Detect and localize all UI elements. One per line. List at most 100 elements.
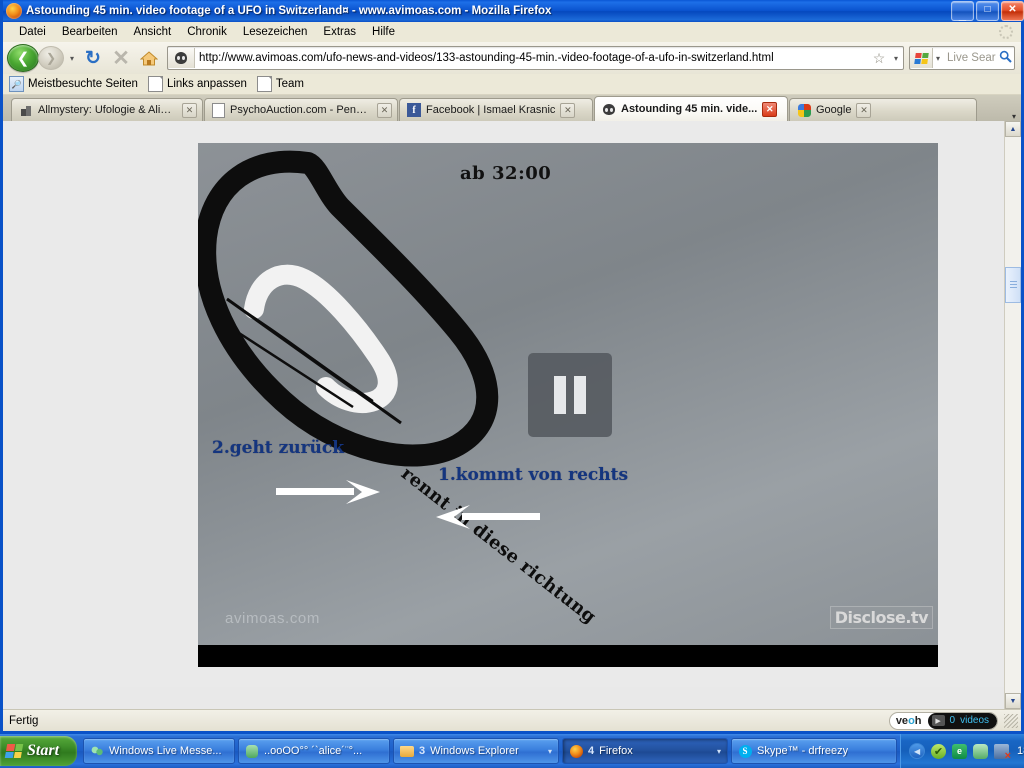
network-disconnected-icon[interactable]: [994, 743, 1011, 762]
system-tray: ◀ ✔ e 18:45: [900, 734, 1024, 768]
minimize-button[interactable]: _: [951, 1, 974, 21]
pause-overlay-button[interactable]: [528, 353, 612, 437]
scroll-up-button[interactable]: ▲: [1005, 121, 1021, 137]
tray-expand-button[interactable]: ◀: [909, 743, 926, 759]
ie-icon[interactable]: e: [952, 743, 968, 759]
tab-google[interactable]: Google ✕: [789, 98, 977, 121]
bookmarks-toolbar: 🔎 Meistbesuchte Seiten Links anpassen Te…: [3, 74, 1021, 95]
tab-psychoauction-label: PsychoAuction.com - Penny ...: [230, 104, 372, 116]
up-arrow-icon: ▲: [1009, 125, 1017, 133]
maximize-button[interactable]: □: [976, 1, 999, 21]
vertical-scrollbar[interactable]: ▲ ▼: [1004, 121, 1021, 709]
annotation-kommt-von-rechts-label: 1.kommt von rechts: [438, 465, 629, 485]
chevron-down-icon[interactable]: ▾: [712, 747, 721, 756]
shield-icon[interactable]: ✔: [931, 743, 947, 759]
search-input[interactable]: Live Sear: [943, 52, 996, 64]
firefox-window: Astounding 45 min. video footage of a UF…: [0, 0, 1024, 734]
tab-close-icon[interactable]: ✕: [560, 102, 576, 118]
home-button[interactable]: [136, 45, 162, 71]
menu-datei-label: Datei: [19, 26, 46, 38]
search-icon[interactable]: [996, 50, 1014, 66]
menu-bearbeiten[interactable]: Bearbeiten: [54, 24, 126, 40]
bookmark-star-icon[interactable]: ☆: [869, 50, 889, 67]
start-button[interactable]: Start: [0, 736, 78, 766]
chevron-down-icon[interactable]: ▾: [543, 747, 552, 756]
veoh-unit: videos: [960, 715, 989, 726]
taskbar-item-skype-label: Skype™ - drfreezy: [757, 745, 849, 757]
menu-extras-label: Extras: [323, 26, 357, 38]
bookmark-team-label: Team: [275, 78, 304, 90]
bookmark-links-anpassen-label: Links anpassen: [166, 78, 247, 90]
tab-facebook[interactable]: f Facebook | Ismael Krasnic ✕: [399, 98, 593, 121]
taskbar-item-firefox-count: 4: [588, 745, 595, 757]
annotation-geht-zurueck-label: 2.geht zurück: [212, 438, 345, 458]
back-button[interactable]: ❮: [7, 44, 39, 72]
taskbar-item-windows-explorer[interactable]: 3 Windows Explorer ▾: [393, 738, 560, 764]
bookmark-team[interactable]: Team: [256, 76, 304, 92]
watermark-disclose-tv: Disclose.tv: [829, 606, 933, 629]
url-input[interactable]: http://www.avimoas.com/ufo-news-and-vide…: [195, 52, 869, 64]
menu-ansicht-label: Ansicht: [133, 26, 172, 38]
veoh-status-badge[interactable]: veoh ▶ 0 videos: [888, 711, 998, 730]
messenger-icon: [90, 744, 104, 758]
menu-hilfe[interactable]: Hilfe: [364, 24, 403, 40]
video-player-stage[interactable]: ab 32:00 rennt in diese richtung 2.geht …: [198, 143, 938, 667]
taskbar-item-firefox[interactable]: 4 Firefox ▾: [562, 738, 729, 764]
annotation-arrow-right-icon: [276, 480, 380, 504]
forward-arrow-icon: ❯: [45, 51, 57, 65]
search-engine-button[interactable]: [910, 48, 933, 68]
menu-hilfe-label: Hilfe: [372, 26, 396, 38]
allmystery-icon: [19, 103, 33, 117]
reload-button[interactable]: ↻: [80, 45, 106, 71]
tab-bar: Allmystery: Ufologie & Aliens ✕ PsychoAu…: [3, 95, 1021, 121]
tab-close-icon[interactable]: ✕: [762, 101, 778, 117]
veoh-counter: ▶ 0 videos: [927, 712, 997, 729]
taskbar-item-skype[interactable]: S Skype™ - drfreezy: [731, 738, 898, 764]
menu-lesezeichen[interactable]: Lesezeichen: [235, 24, 316, 40]
chevron-down-icon: ▾: [1011, 112, 1016, 121]
tab-close-icon[interactable]: ✕: [377, 102, 392, 118]
chevron-down-icon: ▾: [69, 53, 74, 63]
stop-button[interactable]: ✕: [108, 45, 134, 71]
windows-flag-icon: [4, 744, 24, 758]
tab-astounding-ufo[interactable]: Astounding 45 min. vide... ✕: [594, 96, 788, 121]
taskbar-item-messenger[interactable]: Windows Live Messe...: [83, 738, 236, 764]
history-dropdown-button[interactable]: ▾: [66, 54, 78, 63]
menu-datei[interactable]: Datei: [11, 24, 54, 40]
window-titlebar: Astounding 45 min. video footage of a UF…: [3, 0, 1024, 22]
taskbar-item-alice[interactable]: ..ooOO°° ´`alice´¨°...: [238, 738, 391, 764]
firefox-icon: [6, 3, 22, 19]
system-clock[interactable]: 18:45: [1015, 745, 1024, 757]
search-engine-caret-icon[interactable]: ▾: [933, 54, 943, 63]
most-visited-icon: 🔎: [9, 76, 24, 92]
page-icon: [256, 76, 272, 92]
menu-chronik[interactable]: Chronik: [179, 24, 235, 40]
tab-allmystery[interactable]: Allmystery: Ufologie & Aliens ✕: [11, 98, 203, 121]
left-arrow-icon: ◀: [913, 746, 921, 756]
vertical-scroll-thumb[interactable]: [1005, 267, 1021, 303]
bookmark-links-anpassen[interactable]: Links anpassen: [147, 76, 247, 92]
tab-close-icon[interactable]: ✕: [856, 102, 872, 118]
ufo-favicon: [175, 52, 187, 64]
maximize-icon: □: [984, 4, 991, 15]
window-title: Astounding 45 min. video footage of a UF…: [26, 5, 552, 17]
url-bar[interactable]: http://www.avimoas.com/ufo-news-and-vide…: [167, 46, 904, 70]
ufo-favicon: [602, 102, 616, 116]
user-icon[interactable]: [973, 743, 989, 759]
url-dropdown-icon[interactable]: ▾: [889, 54, 903, 63]
close-button[interactable]: ✕: [1001, 1, 1024, 21]
windows-taskbar: Start Windows Live Messe... ..ooOO°° ´`a…: [0, 734, 1024, 768]
tab-psychoauction[interactable]: PsychoAuction.com - Penny ... ✕: [204, 98, 398, 121]
tab-close-icon[interactable]: ✕: [182, 102, 197, 118]
search-bar[interactable]: ▾ Live Sear: [909, 46, 1015, 70]
minimize-icon: _: [958, 6, 967, 22]
bookmark-most-visited[interactable]: 🔎 Meistbesuchte Seiten: [9, 76, 138, 92]
page-content: ab 32:00 rennt in diese richtung 2.geht …: [3, 121, 1021, 709]
scroll-down-button[interactable]: ▼: [1005, 693, 1021, 709]
forward-button[interactable]: ❯: [38, 46, 64, 70]
menu-extras[interactable]: Extras: [315, 24, 364, 40]
menu-ansicht[interactable]: Ansicht: [125, 24, 179, 40]
tab-list-button[interactable]: ▾: [1007, 112, 1021, 121]
watermark-avimoas: avimoas.com: [225, 610, 320, 627]
resize-grip-icon[interactable]: [1004, 713, 1018, 728]
